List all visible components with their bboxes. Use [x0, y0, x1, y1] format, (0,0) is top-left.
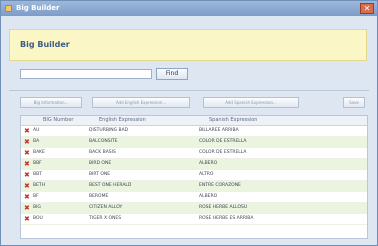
- delete-icon[interactable]: ✖: [24, 205, 30, 212]
- cell-english: CITIZEN ALLOY: [89, 205, 123, 210]
- search-input[interactable]: [20, 69, 152, 79]
- page-title: Big Builder: [20, 40, 70, 49]
- delete-icon[interactable]: ✖: [24, 216, 30, 223]
- cell-big-number: BIG: [33, 205, 41, 210]
- table-row[interactable]: ✖ BF BEROME ALBERO: [21, 192, 367, 203]
- big-information-button[interactable]: Big Information...: [20, 97, 82, 108]
- app-window: Big Builder ✕ Big Builder Find Big Infor…: [0, 0, 378, 246]
- cell-english: BACK BASIS: [89, 150, 116, 155]
- table-row[interactable]: ✖ BOU TIGER X ONES ROSE HERBE ES ARRIBA: [21, 214, 367, 225]
- cell-big-number: AU: [33, 128, 40, 133]
- delete-icon[interactable]: ✖: [24, 172, 30, 179]
- table-row[interactable]: ✖ BIG CITIZEN ALLOY ROSE HERBE ALLOSU: [21, 203, 367, 214]
- close-button[interactable]: ✕: [360, 3, 374, 14]
- cell-big-number: BOU: [33, 216, 43, 221]
- cell-spanish: ALBERO: [199, 161, 218, 166]
- cell-english: BEROME: [89, 194, 109, 199]
- cell-spanish: COLOR DE ESTRELLA: [199, 150, 247, 155]
- cell-spanish: ALTRO: [199, 172, 214, 177]
- cell-spanish: ALBERO: [199, 194, 218, 199]
- cell-big-number: BAKE: [33, 150, 45, 155]
- column-header-english[interactable]: English Expression: [99, 116, 146, 125]
- header-panel: Big Builder: [9, 29, 367, 61]
- cell-big-number: BBF: [33, 161, 42, 166]
- cell-spanish: ROSE HERBE ES ARRIBA: [199, 216, 254, 221]
- cell-english: BIRT ONE: [89, 172, 111, 177]
- delete-icon[interactable]: ✖: [24, 161, 30, 168]
- delete-icon[interactable]: ✖: [24, 150, 30, 157]
- cell-english: BEST ONE HERALD: [89, 183, 132, 188]
- delete-icon[interactable]: ✖: [24, 194, 30, 201]
- delete-icon[interactable]: ✖: [24, 128, 30, 135]
- cell-big-number: BBT: [33, 172, 42, 177]
- cell-spanish: COLOR DE ESTRELLA: [199, 139, 247, 144]
- title-bar: Big Builder ✕: [1, 1, 377, 16]
- expressions-grid: BIG Number English Expression Spanish Ex…: [20, 115, 368, 239]
- cell-big-number: BA: [33, 139, 40, 144]
- grid-header: BIG Number English Expression Spanish Ex…: [21, 116, 367, 126]
- cell-big-number: BETH: [33, 183, 46, 188]
- cell-english: BALCONSITE: [89, 139, 118, 144]
- cell-english: BIRD ONE: [89, 161, 112, 166]
- table-row[interactable]: ✖ BAKE BACK BASIS COLOR DE ESTRELLA: [21, 148, 367, 159]
- table-row[interactable]: ✖ AU DISTURBING BAD BILLAREE ARRIBA: [21, 126, 367, 137]
- app-icon: [5, 5, 12, 12]
- table-row[interactable]: ✖ BBT BIRT ONE ALTRO: [21, 170, 367, 181]
- cell-english: TIGER X ONES: [89, 216, 122, 221]
- table-row[interactable]: ✖ BETH BEST ONE HERALD ENTRE CORAZONE: [21, 181, 367, 192]
- cell-spanish: ROSE HERBE ALLOSU: [199, 205, 248, 210]
- cell-english: DISTURBING BAD: [89, 128, 129, 133]
- divider: [9, 90, 369, 91]
- cell-spanish: BILLAREE ARRIBA: [199, 128, 239, 133]
- table-row[interactable]: ✖ BBF BIRD ONE ALBERO: [21, 159, 367, 170]
- column-header-spanish[interactable]: Spanish Expression: [209, 116, 257, 125]
- delete-icon[interactable]: ✖: [24, 183, 30, 190]
- add-spanish-expression-button[interactable]: Add Spanish Expression...: [203, 97, 299, 108]
- table-row[interactable]: ✖ BA BALCONSITE COLOR DE ESTRELLA: [21, 137, 367, 148]
- delete-icon[interactable]: ✖: [24, 139, 30, 146]
- save-button[interactable]: Save: [343, 97, 365, 108]
- cell-spanish: ENTRE CORAZONE: [199, 183, 241, 188]
- find-button[interactable]: Find: [156, 68, 188, 80]
- add-english-expression-button[interactable]: Add English Expression...: [92, 97, 190, 108]
- column-header-big-number[interactable]: BIG Number: [43, 116, 73, 125]
- cell-big-number: BF: [33, 194, 39, 199]
- window-title: Big Builder: [16, 4, 60, 12]
